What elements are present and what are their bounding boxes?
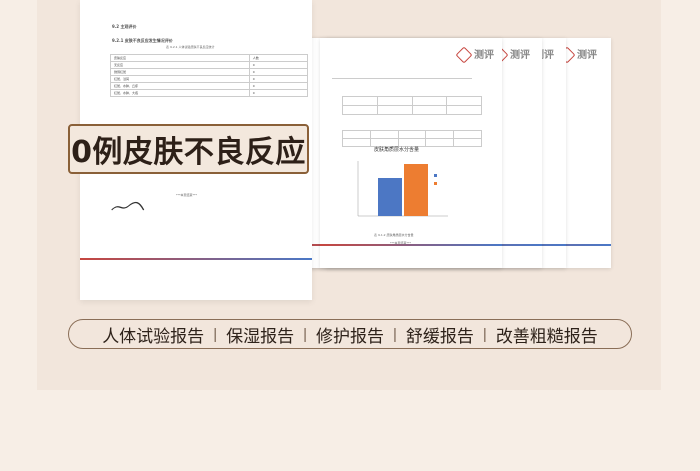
logo-icon [455,46,473,64]
legend-swatch-before [434,174,437,177]
report-type-item: 舒缓报告 [405,326,474,346]
subsection-heading: 9.2.1 皮肤不良反应发生情况评价 [112,38,173,43]
table-header: 皮肤反应 [110,54,250,62]
report-logo: 测评 [455,46,494,64]
report-logo: 测评 [558,46,597,64]
reaction-table: 皮肤反应 人数 无反应 0 微弱红斑 0 红斑、浸润 0 红斑、水肿、丘疹 0 红斑、水肿… [110,54,309,97]
table-row: 红斑、水肿、大疱 0 [110,89,309,97]
section-heading: 9.2 主观评价 [112,24,137,29]
report-type-item: 保湿报告 [226,326,295,346]
separator: | [303,325,307,343]
table-row: 红斑、浸润 0 [110,75,309,83]
chart-title: 皮肤角质层水分含量 [374,147,420,153]
headline-text: 0例皮肤不良反应 [71,135,306,170]
chart-note: 表 9.1.2 皮肤角质层水分含量 [374,233,414,237]
bar-after [404,164,428,216]
separator: | [393,325,397,343]
footer-stripe [80,258,312,260]
report-type-item: 修护报告 [316,326,384,346]
report-page-front: 测评 皮肤角质层水分含量 表 9.1.2 皮肤角质层水分含量 ***本页结束**… [320,38,502,268]
table-row: 红斑、水肿、丘疹 0 [110,82,309,90]
signature [108,200,152,217]
page-end-note: ***本页结束*** [176,193,198,197]
moisture-chart [357,161,448,217]
table-header: 人数 [248,54,309,62]
detail-table [342,130,482,147]
report-type-item: 改善粗糙报告 [495,326,598,346]
table-row: 无反应 0 [110,61,309,69]
legend-swatch-after [434,182,437,185]
divider [332,78,472,79]
summary-table [342,96,482,115]
separator: | [482,325,487,343]
table-row: 微弱红斑 0 [110,68,309,76]
report-types-caption: 人体试验报告 | 保湿报告 | 修护报告 | 舒缓报告 | 改善粗糙报告 [68,319,632,349]
bar-before [378,178,402,216]
report-type-item: 人体试验报告 [102,326,205,346]
table-title: 表 9.2.1 人体试验皮肤不良反应统计 [166,45,215,49]
separator: | [213,325,218,343]
footer-stripe [320,244,502,246]
headline-banner: 0例皮肤不良反应 [68,124,309,174]
